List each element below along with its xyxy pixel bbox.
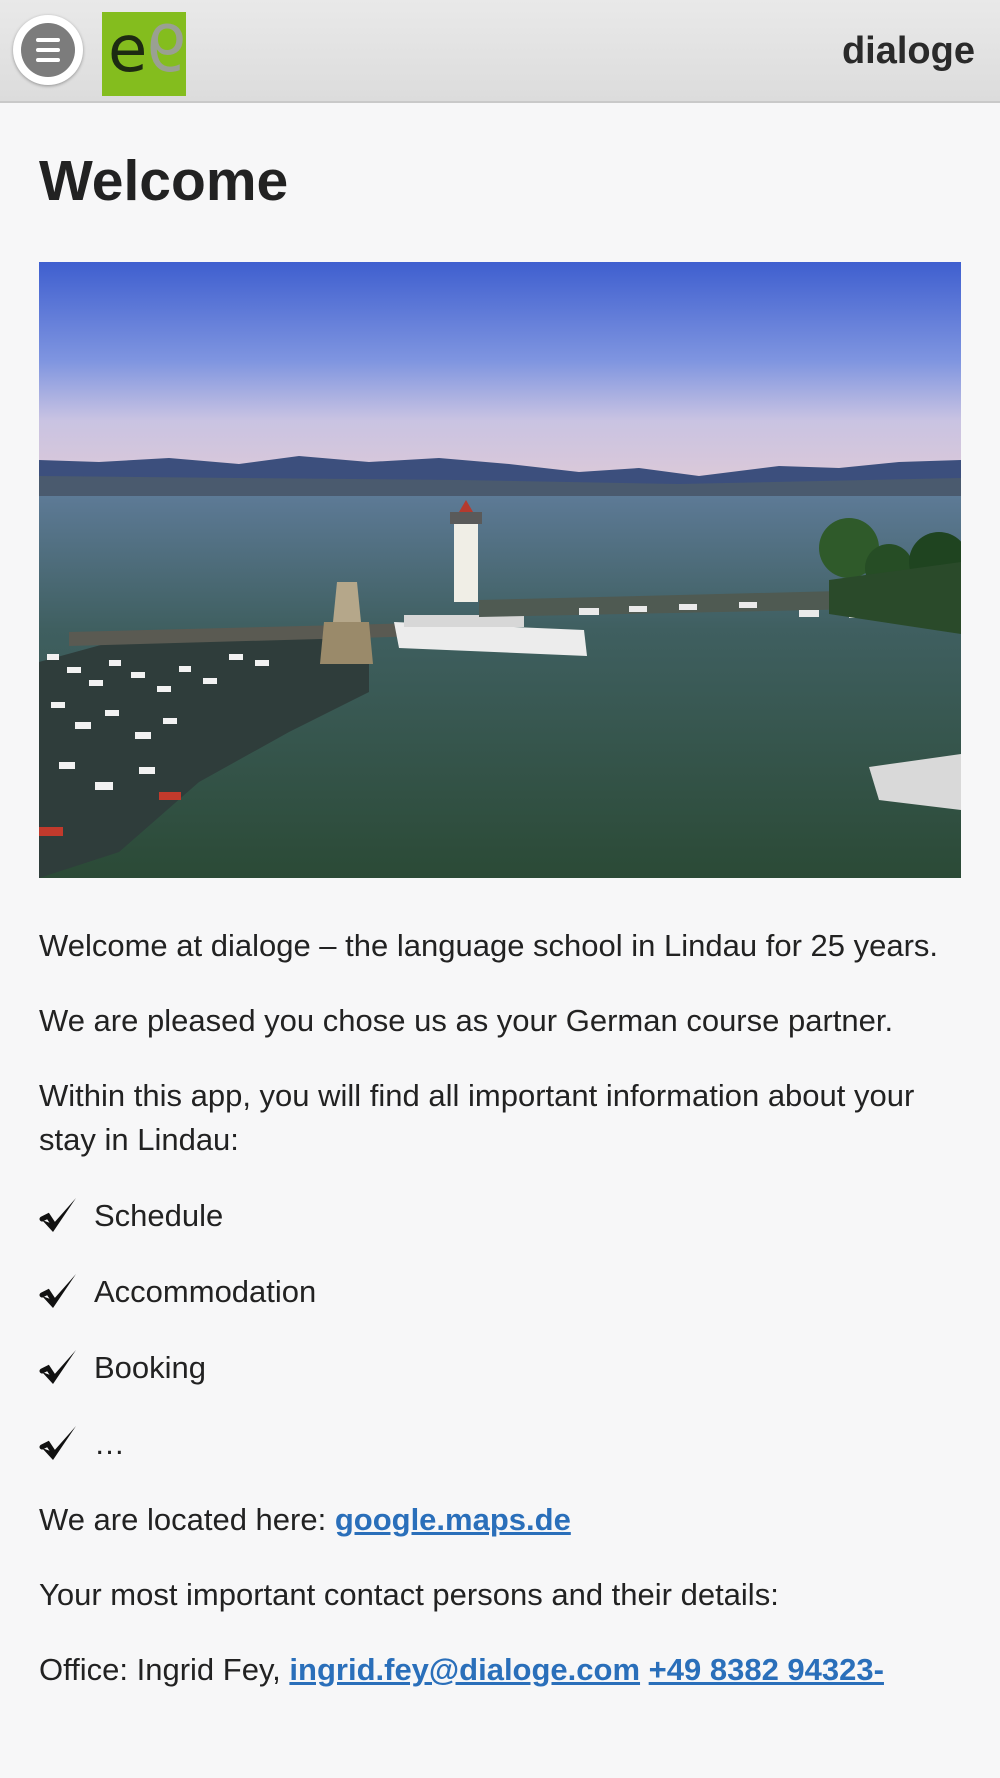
office-phone-link[interactable]: +49 8382 94323- [649, 1652, 884, 1687]
office-contact-name: Office: Ingrid Fey, [39, 1652, 290, 1687]
checkmark-icon [39, 1426, 76, 1460]
checkmark-icon [39, 1198, 76, 1232]
checklist-item: Booking [39, 1346, 961, 1390]
location-paragraph: We are located here: google.maps.de [39, 1498, 961, 1542]
office-email-link[interactable]: ingrid.fey@dialoge.com [289, 1652, 640, 1687]
app-info-paragraph: Within this app, you will find all impor… [39, 1078, 915, 1157]
checkmark-icon [39, 1350, 76, 1384]
office-contact-paragraph: Office: Ingrid Fey, ingrid.fey@dialoge.c… [39, 1648, 961, 1692]
checklist-label: … [94, 1426, 125, 1461]
checklist-label: Schedule [94, 1198, 224, 1233]
checklist-item: … [39, 1422, 961, 1466]
checklist-label: Booking [94, 1350, 207, 1385]
logo-letter-mirrored: 9 [146, 13, 186, 87]
checklist-item: Accommodation [39, 1270, 961, 1314]
partner-paragraph: We are pleased you chose us as your Germ… [39, 1003, 894, 1038]
app-header: e 9 dialoge [0, 0, 1000, 103]
google-maps-link[interactable]: google.maps.de [335, 1502, 571, 1537]
page-title: Welcome [39, 149, 289, 213]
logo-letter-e: e [108, 13, 148, 87]
checklist-item: Schedule [39, 1194, 961, 1238]
contacts-intro-paragraph: Your most important contact persons and … [39, 1577, 779, 1612]
dialoge-logo[interactable]: e 9 [102, 12, 186, 96]
checkmark-icon [39, 1274, 76, 1308]
main-content: Welcome Welcome at dialoge – the languag… [39, 103, 961, 1692]
checklist-label: Accommodation [94, 1274, 317, 1309]
lindau-harbor-photo [39, 262, 961, 878]
location-prefix: We are located here: [39, 1502, 335, 1537]
intro-paragraph: Welcome at dialoge – the language school… [39, 928, 939, 963]
menu-button[interactable] [13, 15, 83, 85]
app-brand-title: dialoge [841, 30, 975, 72]
menu-icon [21, 23, 75, 77]
